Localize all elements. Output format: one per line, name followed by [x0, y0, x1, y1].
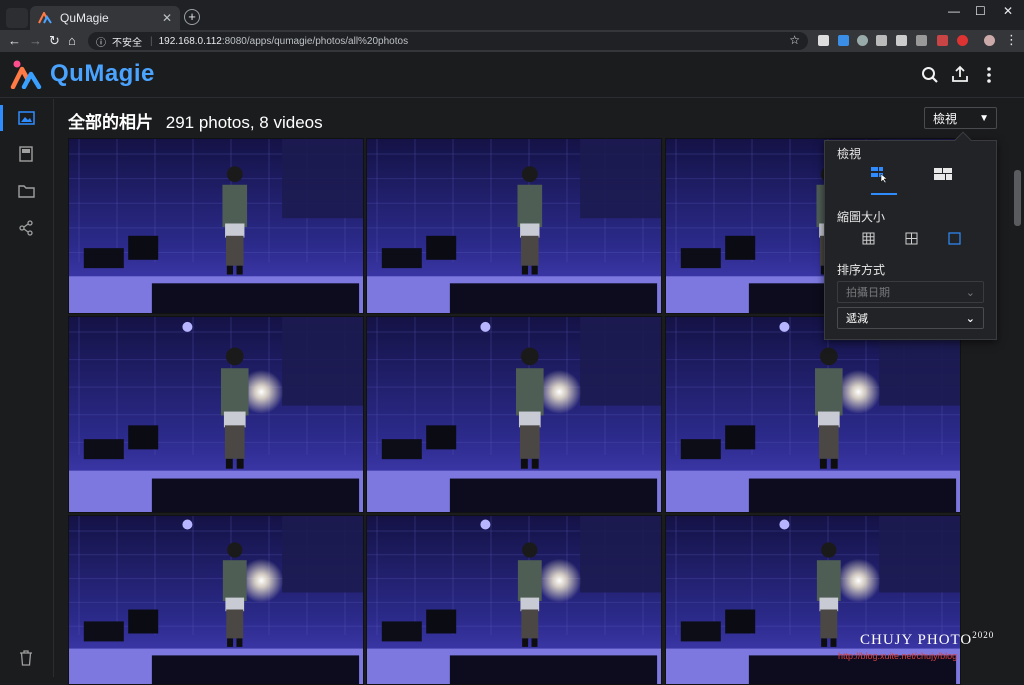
layout-grid-button[interactable] — [929, 163, 957, 185]
browser-tabbar: QuMagie ✕ + — ☐ ✕ — [0, 0, 1024, 30]
new-tab-button[interactable]: + — [184, 9, 200, 25]
sidebar — [0, 99, 54, 677]
qumagie-logo-icon — [10, 60, 42, 89]
share-icon — [19, 220, 33, 236]
chevron-down-icon: ▼ — [979, 112, 989, 124]
page-title: 全部的相片 291 photos, 8 videos — [68, 108, 323, 133]
browser-tab[interactable]: QuMagie ✕ — [30, 6, 180, 30]
watermark-year: 2020 — [972, 630, 995, 640]
concert-photo-image — [367, 317, 661, 512]
sidebar-item-albums[interactable] — [14, 142, 38, 166]
photo-thumbnail[interactable] — [665, 316, 961, 513]
search-icon[interactable] — [921, 66, 939, 84]
concert-photo-image — [666, 317, 960, 512]
watermark: CHUJY PHOTO2020 — [860, 630, 994, 649]
sidebar-item-trash[interactable] — [14, 646, 38, 670]
thumb-large-button[interactable] — [945, 229, 963, 247]
address-bar[interactable]: ⓘ 不安全 | 192.168.0.112 :8080/apps/qumagie… — [88, 32, 808, 50]
sidebar-item-photos[interactable] — [14, 106, 38, 130]
concert-photo-image — [367, 516, 661, 684]
grid-medium-icon — [905, 232, 917, 244]
page-title-text: 全部的相片 — [68, 113, 153, 132]
layout-mosaic-icon — [934, 168, 952, 180]
extension-icon[interactable] — [896, 35, 907, 46]
forward-icon[interactable]: → — [29, 33, 42, 48]
home-icon[interactable]: ⌂ — [68, 33, 76, 48]
trash-icon — [20, 650, 32, 666]
close-window-button[interactable]: ✕ — [1003, 4, 1013, 18]
security-label: 不安全 — [112, 37, 142, 49]
minimize-button[interactable]: — — [948, 4, 960, 18]
sort-field-value: 拍攝日期 — [846, 287, 890, 299]
album-icon — [19, 146, 33, 162]
extension-icon[interactable] — [838, 35, 849, 46]
maximize-button[interactable]: ☐ — [975, 4, 986, 18]
sort-order-select[interactable]: 遞減 ⌄ — [837, 307, 984, 329]
extension-icon[interactable] — [957, 35, 968, 46]
view-button-label: 檢視 — [933, 111, 958, 126]
photo-thumbnail[interactable] — [68, 316, 364, 513]
extension-icon[interactable] — [876, 35, 887, 46]
extension-icon[interactable] — [818, 35, 829, 46]
concert-photo-image — [69, 139, 363, 313]
info-icon[interactable]: ⓘ — [96, 34, 106, 49]
browser-menu-icon[interactable]: ⋮ — [1005, 32, 1018, 48]
sort-order-value: 遞減 — [846, 313, 868, 325]
tab-close-icon[interactable]: ✕ — [162, 11, 172, 25]
url-path: :8080/apps/qumagie/photos/all%20photos — [221, 35, 409, 47]
folder-icon — [17, 185, 35, 198]
scrollbar-thumb[interactable] — [1014, 170, 1021, 226]
app-header: QuMagie — [0, 52, 1024, 98]
thumb-medium-button[interactable] — [902, 229, 920, 247]
scrollbar[interactable] — [1012, 138, 1022, 677]
sidebar-item-share[interactable] — [14, 216, 38, 240]
extension-icon[interactable] — [916, 35, 927, 46]
more-icon[interactable] — [985, 66, 993, 84]
popover-arrow — [954, 131, 972, 149]
profile-avatar[interactable] — [984, 35, 995, 46]
reload-icon[interactable]: ↻ — [49, 33, 60, 49]
sidebar-item-folders[interactable] — [14, 179, 38, 203]
concert-photo-image — [69, 516, 363, 684]
grid-large-icon — [947, 231, 961, 245]
photo-thumbnail[interactable] — [366, 316, 662, 513]
view-dropdown-button[interactable]: 檢視 ▼ — [924, 107, 997, 129]
sort-label: 排序方式 — [837, 263, 886, 277]
view-mode-label: 檢視 — [837, 147, 862, 161]
concert-photo-image — [367, 139, 661, 313]
sidebar-active-indicator — [0, 105, 3, 131]
chevron-down-icon: ⌄ — [965, 312, 975, 325]
view-mode-selected-underline — [871, 193, 897, 195]
media-count: 291 photos, 8 videos — [165, 113, 323, 132]
photo-thumbnail[interactable] — [68, 515, 364, 685]
sort-field-select[interactable]: 拍攝日期 ⌄ — [837, 281, 984, 303]
photo-thumbnail[interactable] — [68, 138, 364, 314]
upload-icon[interactable] — [951, 65, 969, 83]
brand-name: QuMagie — [50, 60, 155, 87]
extension-icon[interactable] — [937, 35, 948, 46]
browser-toolbar: ← → ↻ ⌂ ⓘ 不安全 | 192.168.0.112 :8080/apps… — [0, 30, 1024, 52]
photo-thumbnail[interactable] — [366, 515, 662, 685]
watermark-url: http://blog.xuite.net/chujy/blog — [838, 651, 958, 661]
bookmark-star-icon[interactable]: ☆ — [789, 33, 800, 47]
qumagie-favicon-icon — [38, 12, 52, 24]
back-icon[interactable]: ← — [8, 33, 21, 48]
url-separator: | — [150, 35, 153, 47]
watermark-name: CHUJY PHOTO — [860, 632, 973, 648]
pinned-tab[interactable] — [6, 8, 28, 28]
photos-icon — [17, 111, 35, 125]
concert-photo-image — [69, 317, 363, 512]
url-host: 192.168.0.112 — [158, 35, 222, 47]
grid-small-icon — [862, 232, 874, 244]
tab-title: QuMagie — [60, 11, 109, 25]
chevron-down-icon: ⌄ — [965, 286, 975, 299]
layout-list-icon — [871, 167, 888, 183]
view-popover: 檢視 縮圖大小 排序方式 拍攝日期 ⌄ 遞減 ⌄ — [824, 131, 997, 340]
thumb-size-label: 縮圖大小 — [837, 210, 886, 224]
thumb-small-button[interactable] — [859, 229, 877, 247]
layout-list-button[interactable] — [865, 163, 893, 185]
extension-icon[interactable] — [857, 35, 868, 46]
photo-thumbnail[interactable] — [366, 138, 662, 314]
